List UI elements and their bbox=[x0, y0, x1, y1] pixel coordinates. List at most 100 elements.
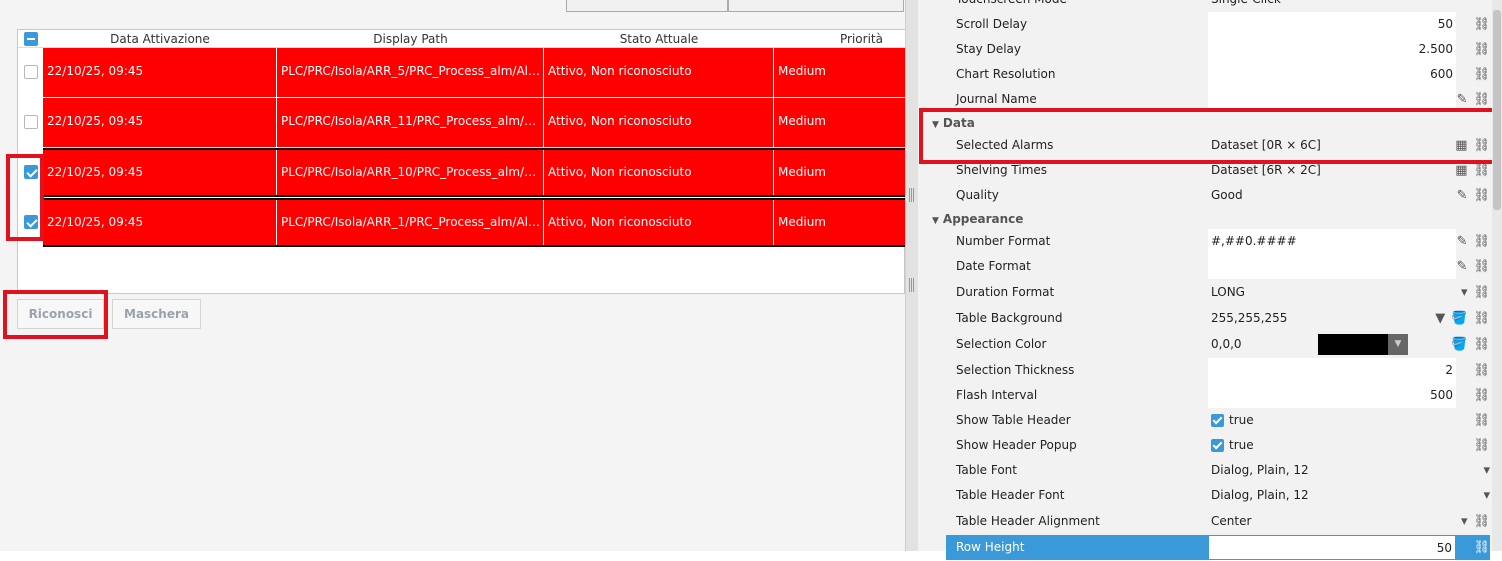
top-tab-right[interactable] bbox=[728, 0, 904, 12]
select-all-checkbox[interactable] bbox=[24, 32, 38, 46]
header-date[interactable]: Data Attivazione bbox=[43, 30, 277, 48]
prop-row-table-font[interactable]: Table Font Dialog, Plain, 12 ▾ bbox=[946, 458, 1490, 483]
row-checkbox[interactable] bbox=[24, 65, 38, 79]
chevron-down-icon[interactable]: ▾ bbox=[1461, 286, 1468, 299]
prop-value[interactable]: Center bbox=[1208, 509, 1456, 534]
prop-row-scroll-delay[interactable]: Scroll Delay 50 ⛓ bbox=[946, 12, 1490, 37]
prop-row-selection-thickness[interactable]: Selection Thickness 2 ⛓ bbox=[946, 358, 1490, 383]
property-editor: Touchscreen Mode Single-Click Scroll Del… bbox=[918, 0, 1502, 560]
table-row-selected[interactable]: 22/10/25, 09:45 PLC/PRC/Isola/ARR_1/PRC_… bbox=[43, 198, 906, 247]
chevron-down-icon[interactable]: ▾ bbox=[1461, 515, 1468, 528]
prop-name: Table Header Alignment bbox=[956, 514, 1100, 528]
link-icon[interactable]: ⛓ bbox=[1473, 312, 1490, 325]
prop-row-duration-format[interactable]: Duration Format LONG ▾ ⛓ bbox=[946, 280, 1490, 305]
prop-name: Stay Delay bbox=[956, 42, 1022, 56]
prop-value[interactable]: Dialog, Plain, 12 bbox=[1208, 458, 1456, 483]
top-tab-strip bbox=[566, 0, 906, 12]
prop-value[interactable]: 50 bbox=[1208, 535, 1456, 560]
checkbox-checked[interactable] bbox=[1211, 439, 1224, 452]
table-row[interactable]: 22/10/25, 09:45 PLC/PRC/Isola/ARR_11/PRC… bbox=[43, 98, 906, 147]
prop-value[interactable]: Dialog, Plain, 12 bbox=[1208, 483, 1456, 508]
top-tab-left[interactable] bbox=[566, 0, 728, 12]
prop-name: Date Format bbox=[956, 259, 1031, 273]
prop-row-row-height[interactable]: Row Height 50 ⛓ bbox=[946, 535, 1490, 560]
table-row-selected[interactable]: 22/10/25, 09:45 PLC/PRC/Isola/ARR_10/PRC… bbox=[43, 148, 906, 197]
prop-value[interactable] bbox=[1208, 254, 1456, 279]
prop-value[interactable]: LONG bbox=[1208, 280, 1456, 305]
prop-name: Chart Resolution bbox=[956, 67, 1056, 81]
link-icon[interactable]: ⛓ bbox=[1473, 260, 1490, 273]
row-checkbox[interactable] bbox=[24, 115, 38, 129]
link-icon[interactable]: ⛓ bbox=[1473, 389, 1490, 402]
link-icon[interactable]: ⛓ bbox=[1473, 93, 1490, 106]
edit-icon[interactable]: ✎ bbox=[1457, 189, 1468, 202]
prop-value[interactable]: 500 bbox=[1208, 383, 1456, 408]
vertical-scrollbar[interactable] bbox=[1492, 0, 1502, 551]
prop-value[interactable]: 2.500 bbox=[1208, 37, 1456, 62]
link-icon[interactable]: ⛓ bbox=[1473, 364, 1490, 377]
splitter-grip[interactable] bbox=[909, 188, 915, 202]
prop-name: Table Font bbox=[956, 463, 1017, 477]
prop-row-selection-color[interactable]: Selection Color 0,0,0 ▼ 🪣 ⛓ bbox=[946, 332, 1490, 357]
prop-value[interactable]: 255,255,255 bbox=[1208, 306, 1456, 331]
prop-name: Show Header Popup bbox=[956, 438, 1077, 452]
chevron-down-icon[interactable]: ▾ bbox=[1483, 464, 1490, 477]
edit-icon[interactable]: ✎ bbox=[1457, 235, 1468, 248]
prop-row-number-format[interactable]: Number Format #,##0.#### ✎ ⛓ bbox=[946, 229, 1490, 254]
shelve-button[interactable]: Maschera bbox=[112, 299, 201, 329]
prop-name: Row Height bbox=[956, 540, 1025, 554]
edit-icon[interactable]: ✎ bbox=[1457, 260, 1468, 273]
link-icon[interactable]: ⛓ bbox=[1473, 18, 1490, 31]
prop-value[interactable]: Single-Click bbox=[1208, 0, 1456, 12]
link-icon[interactable]: ⛓ bbox=[1473, 439, 1490, 452]
prop-value[interactable]: #,##0.#### bbox=[1208, 229, 1456, 254]
prop-value[interactable]: Good bbox=[1208, 183, 1456, 208]
prop-value-checkbox[interactable]: true bbox=[1208, 408, 1456, 433]
prop-row-show-table-header[interactable]: Show Table Header true ⛓ bbox=[946, 408, 1490, 433]
link-icon[interactable]: ⛓ bbox=[1473, 189, 1490, 202]
link-icon[interactable]: ⛓ bbox=[1473, 286, 1490, 299]
prop-row-date-format[interactable]: Date Format ✎ ⛓ bbox=[946, 254, 1490, 279]
link-icon[interactable]: ⛓ bbox=[1473, 338, 1490, 351]
table-row[interactable]: 22/10/25, 09:45 PLC/PRC/Isola/ARR_5/PRC_… bbox=[43, 48, 906, 97]
chevron-down-icon[interactable]: ▾ bbox=[1483, 489, 1490, 502]
chevron-down-icon[interactable]: ▼ bbox=[1388, 334, 1408, 355]
header-display-path[interactable]: Display Path bbox=[277, 30, 544, 48]
prop-row-quality[interactable]: Quality Good ✎ ⛓ bbox=[946, 183, 1490, 208]
link-icon[interactable]: ⛓ bbox=[1473, 541, 1490, 554]
prop-row-chart-resolution[interactable]: Chart Resolution 600 ⛓ bbox=[946, 62, 1490, 87]
checkbox-checked[interactable] bbox=[1211, 414, 1224, 427]
prop-value-checkbox[interactable]: true bbox=[1208, 433, 1456, 458]
color-swatch[interactable] bbox=[1318, 334, 1388, 355]
link-icon[interactable]: ⛓ bbox=[1473, 235, 1490, 248]
link-icon[interactable]: ⛓ bbox=[1473, 43, 1490, 56]
link-icon[interactable]: ⛓ bbox=[1473, 515, 1490, 528]
prop-row-table-header-alignment[interactable]: Table Header Alignment Center ▾ ⛓ bbox=[946, 509, 1490, 534]
prop-row-table-background[interactable]: Table Background 255,255,255 ▼ 🪣 ⛓ bbox=[946, 306, 1490, 331]
panel-splitter[interactable] bbox=[905, 0, 918, 551]
prop-value[interactable]: 50 bbox=[1208, 12, 1456, 37]
scrollbar-thumb[interactable] bbox=[1493, 10, 1501, 210]
edit-icon[interactable]: ✎ bbox=[1457, 93, 1468, 106]
section-header-appearance[interactable]: ▼ Appearance bbox=[932, 209, 1023, 229]
prop-row-show-header-popup[interactable]: Show Header Popup true ⛓ bbox=[946, 433, 1490, 458]
link-icon[interactable]: ⛓ bbox=[1473, 414, 1490, 427]
header-state[interactable]: Stato Attuale bbox=[544, 30, 774, 48]
link-icon[interactable]: ⛓ bbox=[1473, 164, 1490, 177]
cell-path: PLC/PRC/Isola/ARR_10/PRC_Process_alm/Ala… bbox=[277, 150, 544, 195]
cell-path: PLC/PRC/Isola/ARR_5/PRC_Process_alm/Alar… bbox=[277, 48, 544, 97]
prop-row-stay-delay[interactable]: Stay Delay 2.500 ⛓ bbox=[946, 37, 1490, 62]
paint-bucket-icon[interactable]: 🪣 bbox=[1451, 338, 1467, 351]
prop-value[interactable]: 600 bbox=[1208, 62, 1456, 87]
cell-path: PLC/PRC/Isola/ARR_11/PRC_Process_alm/Ala… bbox=[277, 98, 544, 147]
prop-row-touchscreen-mode[interactable]: Touchscreen Mode Single-Click bbox=[946, 0, 1490, 12]
dataset-editor-icon[interactable]: ▦ bbox=[1455, 164, 1467, 177]
chevron-down-icon[interactable]: ▼ bbox=[1435, 312, 1445, 325]
splitter-grip[interactable] bbox=[909, 278, 915, 292]
collapse-triangle-icon[interactable]: ▼ bbox=[932, 216, 939, 226]
prop-value[interactable]: 2 bbox=[1208, 358, 1456, 383]
prop-row-flash-interval[interactable]: Flash Interval 500 ⛓ bbox=[946, 383, 1490, 408]
link-icon[interactable]: ⛓ bbox=[1473, 68, 1490, 81]
paint-bucket-icon[interactable]: 🪣 bbox=[1451, 312, 1467, 325]
prop-row-table-header-font[interactable]: Table Header Font Dialog, Plain, 12 ▾ bbox=[946, 483, 1490, 508]
